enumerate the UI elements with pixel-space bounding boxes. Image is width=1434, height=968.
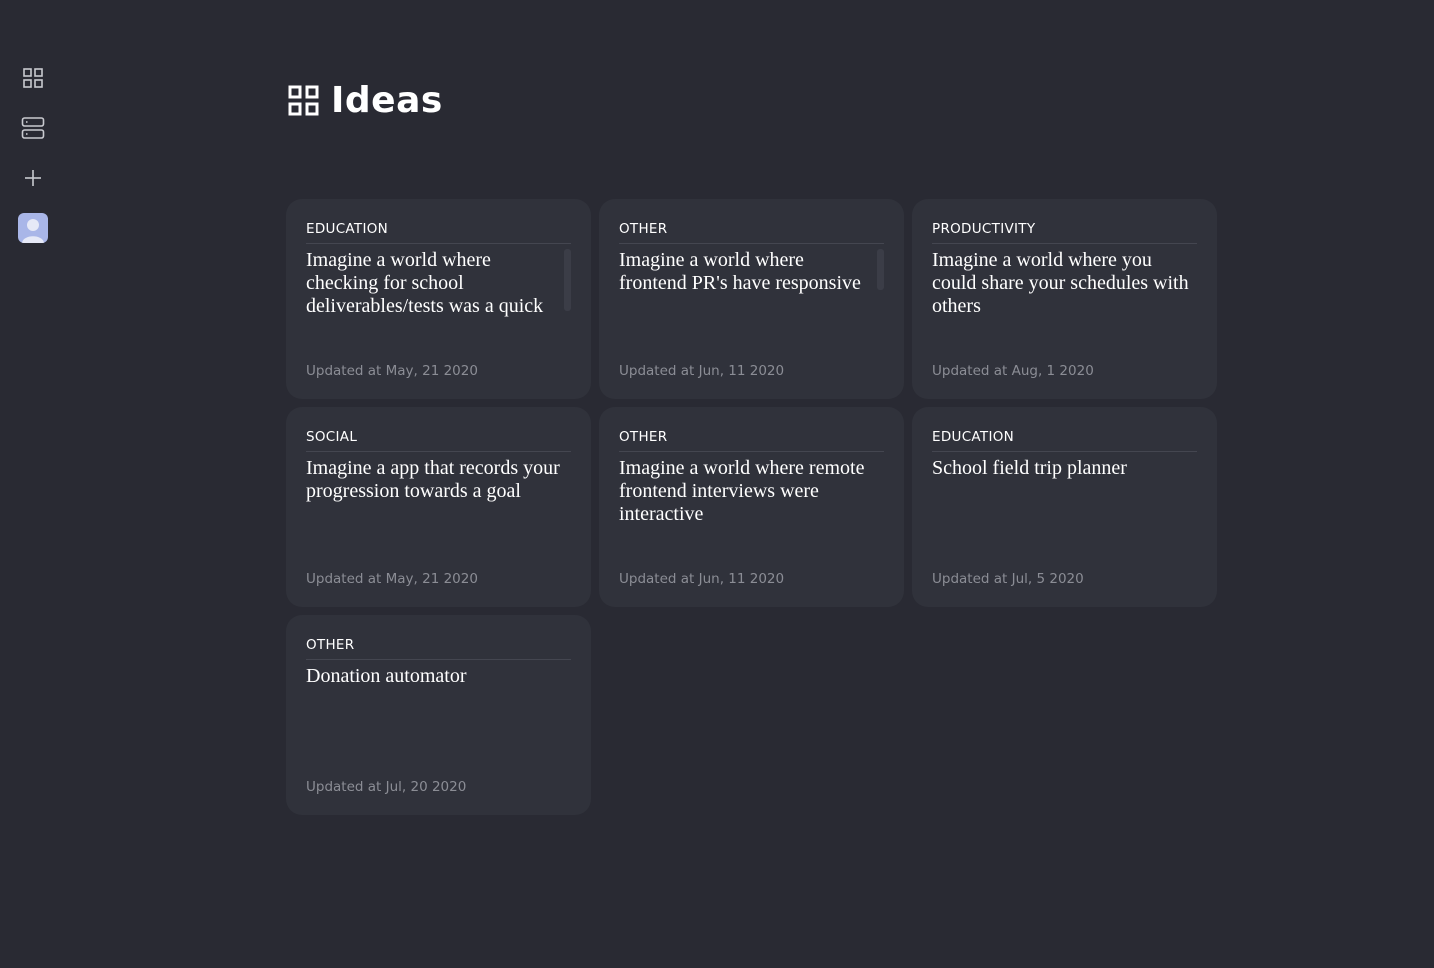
idea-body: Imagine a world where remote frontend in… xyxy=(619,457,884,527)
ideas-grid: EDUCATION Imagine a world where checking… xyxy=(286,199,1217,815)
idea-updated: Updated at May, 21 2020 xyxy=(306,363,478,379)
idea-title: Imagine a world where frontend PR's have… xyxy=(619,249,861,297)
idea-updated: Updated at Jun, 11 2020 xyxy=(619,363,785,379)
list-icon xyxy=(21,117,45,139)
sidebar xyxy=(0,0,66,968)
page-title: Ideas xyxy=(331,79,443,121)
idea-updated: Updated at May, 21 2020 xyxy=(306,571,478,587)
idea-category: SOCIAL xyxy=(306,427,571,452)
idea-card[interactable]: OTHER Imagine a world where frontend PR'… xyxy=(599,199,904,399)
idea-body: Imagine a app that records your progress… xyxy=(306,457,571,527)
idea-category: EDUCATION xyxy=(306,219,571,244)
page-header: Ideas xyxy=(288,78,443,122)
profile-button[interactable] xyxy=(17,212,49,244)
idea-title: Donation automator xyxy=(306,665,467,687)
idea-body: Imagine a world where checking for schoo… xyxy=(306,249,571,319)
idea-body: Imagine a world where frontend PR's have… xyxy=(619,249,884,297)
idea-title: Imagine a world where checking for schoo… xyxy=(306,249,544,317)
idea-body: Imagine a world where you could share yo… xyxy=(932,249,1197,319)
idea-updated: Updated at Jun, 11 2020 xyxy=(619,571,785,587)
plus-icon xyxy=(25,170,41,186)
idea-title: Imagine a app that records your progress… xyxy=(306,457,560,502)
grid-icon xyxy=(288,85,319,115)
idea-card[interactable]: EDUCATION School field trip planner Upda… xyxy=(912,407,1217,607)
add-idea-button[interactable] xyxy=(17,162,49,194)
idea-card[interactable]: OTHER Donation automator Updated at Jul,… xyxy=(286,615,591,815)
idea-updated: Updated at Jul, 20 2020 xyxy=(306,779,467,795)
avatar xyxy=(18,213,48,243)
idea-category: OTHER xyxy=(619,219,884,244)
idea-category: PRODUCTIVITY xyxy=(932,219,1197,244)
idea-body: Donation automator xyxy=(306,665,571,735)
idea-title: School field trip planner xyxy=(932,457,1127,479)
idea-updated: Updated at Aug, 1 2020 xyxy=(932,363,1094,379)
grid-view-button[interactable] xyxy=(17,62,49,94)
scrollbar[interactable] xyxy=(877,249,884,290)
idea-card[interactable]: OTHER Imagine a world where remote front… xyxy=(599,407,904,607)
idea-category: OTHER xyxy=(306,635,571,660)
idea-category: EDUCATION xyxy=(932,427,1197,452)
scrollbar[interactable] xyxy=(564,249,571,311)
grid-icon xyxy=(23,68,43,88)
idea-title: Imagine a world where you could share yo… xyxy=(932,249,1189,317)
idea-card[interactable]: PRODUCTIVITY Imagine a world where you c… xyxy=(912,199,1217,399)
user-silhouette-icon xyxy=(22,219,44,243)
idea-updated: Updated at Jul, 5 2020 xyxy=(932,571,1084,587)
idea-card[interactable]: EDUCATION Imagine a world where checking… xyxy=(286,199,591,399)
idea-card[interactable]: SOCIAL Imagine a app that records your p… xyxy=(286,407,591,607)
idea-category: OTHER xyxy=(619,427,884,452)
idea-body: School field trip planner xyxy=(932,457,1197,527)
list-view-button[interactable] xyxy=(17,112,49,144)
idea-title: Imagine a world where remote frontend in… xyxy=(619,457,865,525)
